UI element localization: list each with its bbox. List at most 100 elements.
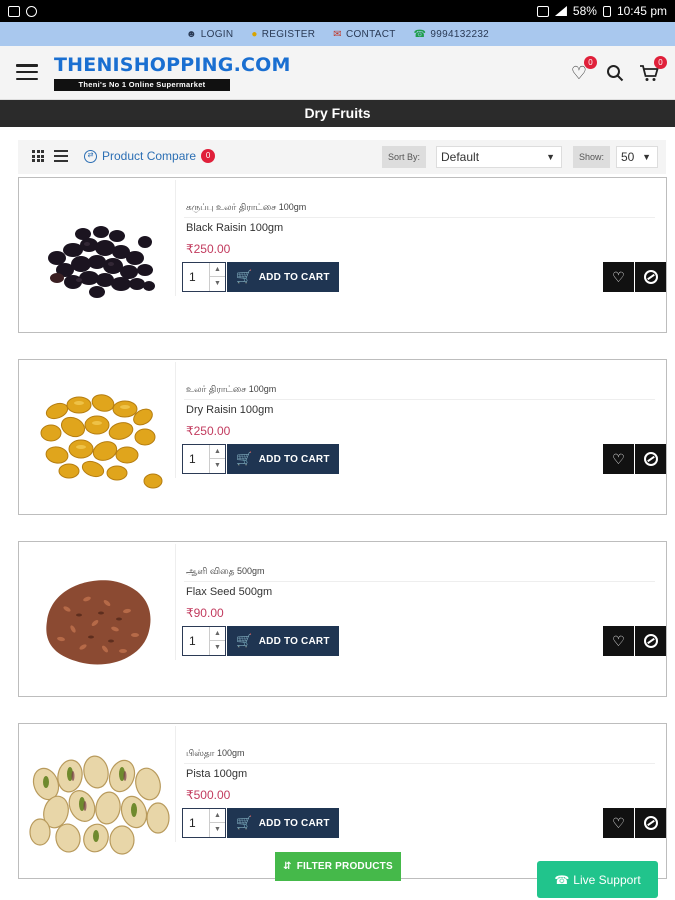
- wishlist-count-badge: 0: [584, 56, 597, 69]
- quantity-stepper[interactable]: 1 ▲ ▼: [182, 626, 226, 656]
- add-to-cart-button[interactable]: 🛒 ADD TO CART: [227, 626, 339, 656]
- logo-text: THENISHOPPING.COM: [54, 54, 291, 76]
- product-image[interactable]: [21, 180, 173, 330]
- menu-icon[interactable]: [16, 64, 38, 80]
- chevron-down-icon[interactable]: ▼: [209, 641, 225, 655]
- add-to-cart-label: ADD TO CART: [258, 817, 330, 829]
- chevron-down-icon[interactable]: ▼: [209, 823, 225, 837]
- quantity-stepper[interactable]: 1 ▲ ▼: [182, 444, 226, 474]
- product-name[interactable]: Dry Raisin 100gm: [186, 404, 273, 416]
- add-to-wishlist-button[interactable]: ♡: [603, 444, 634, 474]
- clock: 10:45 pm: [616, 4, 667, 18]
- sort-select[interactable]: Default ▼: [436, 146, 562, 168]
- product-price: ₹250.00: [186, 242, 231, 256]
- whatsapp-icon: ☎: [554, 872, 570, 887]
- list-view-icon[interactable]: [54, 150, 68, 162]
- compare-count-badge: 0: [201, 149, 216, 163]
- compare-icon: [643, 270, 658, 284]
- divider: [184, 399, 655, 400]
- cart-icon: 🛒: [236, 633, 253, 648]
- product-card: கருப்பு உலர் திராட்சை 100gm Black Raisin…: [18, 177, 667, 333]
- top-info-bar: ☻ LOGIN ● REGISTER ✉ CONTACT ☎ 999413223…: [0, 22, 675, 46]
- signal-icon: [554, 6, 567, 16]
- image-notification-icon: [8, 5, 20, 17]
- add-to-compare-button[interactable]: [635, 626, 666, 656]
- grid-view-icon[interactable]: [32, 150, 44, 162]
- product-image[interactable]: [21, 544, 173, 694]
- add-to-cart-button[interactable]: 🛒 ADD TO CART: [227, 808, 339, 838]
- cart-button[interactable]: 0: [638, 56, 667, 84]
- compare-icon: [643, 452, 658, 466]
- add-to-wishlist-button[interactable]: ♡: [603, 262, 634, 292]
- search-button[interactable]: [604, 62, 626, 84]
- add-to-cart-button[interactable]: 🛒 ADD TO CART: [227, 262, 339, 292]
- add-to-cart-label: ADD TO CART: [258, 453, 330, 465]
- add-to-cart-button[interactable]: 🛒 ADD TO CART: [227, 444, 339, 474]
- chevron-down-icon[interactable]: ▼: [209, 277, 225, 291]
- category-title-bar: Dry Fruits: [0, 100, 675, 127]
- chevron-up-icon[interactable]: ▲: [209, 809, 225, 823]
- whatsapp-icon: ☎: [413, 28, 427, 40]
- add-to-wishlist-button[interactable]: ♡: [603, 626, 634, 656]
- quantity-stepper[interactable]: 1 ▲ ▼: [182, 808, 226, 838]
- heart-icon: ♡: [612, 632, 625, 649]
- chevron-up-icon[interactable]: ▲: [209, 263, 225, 277]
- login-label: LOGIN: [200, 28, 234, 40]
- product-name[interactable]: Black Raisin 100gm: [186, 222, 283, 234]
- product-name[interactable]: Flax Seed 500gm: [186, 586, 272, 598]
- heart-icon: ♡: [612, 814, 625, 831]
- app-root: 58% 10:45 pm ☻ LOGIN ● REGISTER ✉ CONTAC…: [0, 0, 675, 900]
- add-to-cart-label: ADD TO CART: [258, 635, 330, 647]
- add-to-compare-button[interactable]: [635, 444, 666, 474]
- divider: [184, 217, 655, 218]
- black-raisin-image: [48, 226, 155, 298]
- product-card: உலர் திராட்சை 100gm Dry Raisin 100gm ₹25…: [18, 359, 667, 515]
- cart-icon: 🛒: [236, 451, 253, 466]
- filter-icon: ⇵: [283, 861, 292, 872]
- product-price: ₹250.00: [186, 424, 231, 438]
- quantity-stepper[interactable]: 1 ▲ ▼: [182, 262, 226, 292]
- register-label: REGISTER: [261, 28, 316, 40]
- filter-products-button[interactable]: ⇵ FILTER PRODUCTS: [275, 852, 401, 881]
- chevron-up-icon[interactable]: ▲: [209, 627, 225, 641]
- logo-tagline: Theni's No 1 Online Supermarket: [54, 79, 230, 91]
- register-link[interactable]: ● REGISTER: [251, 29, 315, 40]
- compare-icon: ⇄: [84, 149, 97, 163]
- sort-value: Default: [441, 150, 480, 164]
- chevron-down-icon: ▼: [642, 152, 651, 162]
- divider: [184, 763, 655, 764]
- contact-link[interactable]: ✉ CONTACT: [333, 29, 395, 40]
- cart-count-badge: 0: [654, 56, 667, 69]
- product-price: ₹90.00: [186, 606, 224, 620]
- contact-label: CONTACT: [345, 28, 396, 40]
- product-image[interactable]: [21, 362, 173, 512]
- quantity-value: 1: [189, 634, 196, 648]
- live-support-button[interactable]: ☎ Live Support: [537, 861, 658, 898]
- quantity-value: 1: [189, 270, 196, 284]
- add-to-wishlist-button[interactable]: ♡: [603, 808, 634, 838]
- listing-toolbar: ⇄ Product Compare 0 Sort By: Default ▼ S…: [18, 140, 666, 174]
- product-card: ஆளி விதை 500gm Flax Seed 500gm ₹90.00 1 …: [18, 541, 667, 697]
- phone-link[interactable]: ☎ 9994132232: [414, 29, 489, 40]
- show-label: Show:: [573, 146, 611, 168]
- chevron-down-icon: ▼: [546, 152, 555, 162]
- product-name[interactable]: Pista 100gm: [186, 768, 247, 780]
- show-select[interactable]: 50 ▼: [616, 146, 658, 168]
- site-logo[interactable]: THENISHOPPING.COM Theni's No 1 Online Su…: [54, 54, 291, 91]
- site-header: THENISHOPPING.COM Theni's No 1 Online Su…: [0, 46, 675, 100]
- pistachio-image: [29, 755, 170, 855]
- add-to-compare-button[interactable]: [635, 808, 666, 838]
- product-compare-link[interactable]: ⇄ Product Compare 0: [84, 149, 216, 163]
- chevron-down-icon[interactable]: ▼: [209, 459, 225, 473]
- battery-level: 58%: [572, 4, 597, 18]
- cart-icon: 🛒: [236, 269, 253, 284]
- cart-icon: 🛒: [236, 815, 253, 830]
- sort-by-label: Sort By:: [382, 146, 427, 168]
- show-value: 50: [621, 150, 635, 164]
- product-image[interactable]: [21, 726, 173, 876]
- flax-seed-image: [46, 580, 151, 665]
- login-link[interactable]: ☻ LOGIN: [186, 29, 233, 40]
- add-to-compare-button[interactable]: [635, 262, 666, 292]
- wishlist-button[interactable]: ♡ 0: [568, 56, 597, 84]
- chevron-up-icon[interactable]: ▲: [209, 445, 225, 459]
